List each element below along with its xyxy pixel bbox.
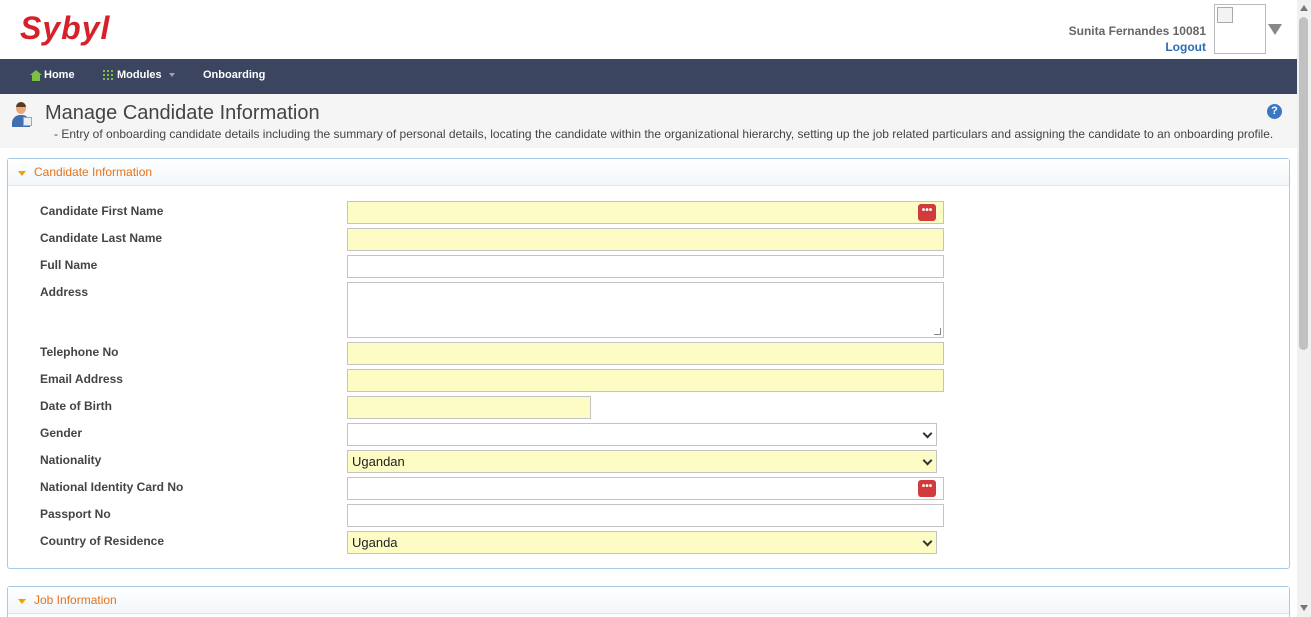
page-title: Manage Candidate Information <box>45 102 320 124</box>
home-icon <box>30 69 42 81</box>
help-icon[interactable]: ? <box>1267 104 1282 119</box>
full-name-input[interactable] <box>347 255 944 278</box>
collapse-triangle-icon <box>18 599 26 604</box>
main-navbar: Home Modules Onboarding <box>0 59 1297 94</box>
user-name: Sunita Fernandes 10081 <box>1068 24 1206 38</box>
first-name-lookup-button[interactable]: ••• <box>918 204 936 221</box>
job-information-panel: Job Information <box>7 586 1290 617</box>
candidate-person-icon <box>10 102 32 127</box>
telephone-input[interactable] <box>347 342 944 365</box>
country-select[interactable]: Uganda <box>347 531 937 554</box>
country-label: Country of Residence <box>40 534 165 548</box>
nic-input[interactable] <box>347 477 944 500</box>
nav-modules-label: Modules <box>117 69 162 81</box>
grid-icon <box>103 70 113 80</box>
collapse-triangle-icon <box>18 171 26 176</box>
user-avatar[interactable] <box>1214 4 1266 54</box>
nationality-label: Nationality <box>40 453 102 467</box>
scroll-down-arrow-icon[interactable] <box>1300 605 1308 611</box>
last-name-label: Candidate Last Name <box>40 231 163 245</box>
chevron-down-icon <box>922 455 933 466</box>
dob-input[interactable] <box>347 396 591 419</box>
country-value: Uganda <box>352 535 398 550</box>
page-subtitle: - Entry of onboarding candidate details … <box>54 127 1274 141</box>
app-header: Sybyl Sunita Fernandes 10081 Logout <box>0 0 1297 59</box>
nav-home[interactable]: Home <box>30 69 75 81</box>
sybyl-logo[interactable]: Sybyl <box>20 10 110 47</box>
candidate-information-title: Candidate Information <box>34 165 153 179</box>
dob-label: Date of Birth <box>40 399 112 413</box>
logout-link[interactable]: Logout <box>1165 40 1206 54</box>
user-menu-dropdown-icon[interactable] <box>1268 24 1282 35</box>
full-name-label: Full Name <box>40 258 98 272</box>
scrollbar-thumb[interactable] <box>1299 17 1308 350</box>
nav-modules[interactable]: Modules <box>103 69 175 81</box>
job-information-title: Job Information <box>34 593 117 607</box>
passport-label: Passport No <box>40 507 111 521</box>
nav-onboarding[interactable]: Onboarding <box>203 69 265 81</box>
nic-label: National Identity Card No <box>40 480 184 494</box>
gender-select[interactable] <box>347 423 937 446</box>
first-name-input[interactable] <box>347 201 944 224</box>
address-textarea[interactable] <box>347 282 944 338</box>
chevron-down-icon <box>922 428 933 439</box>
page-title-area: Manage Candidate Information - Entry of … <box>0 94 1297 148</box>
scroll-up-arrow-icon[interactable] <box>1300 5 1308 11</box>
gender-label: Gender <box>40 426 83 440</box>
page-scrollbar[interactable] <box>1297 0 1311 617</box>
chevron-down-icon <box>922 536 933 547</box>
nationality-value: Ugandan <box>352 454 405 469</box>
candidate-information-header[interactable]: Candidate Information <box>8 159 1289 186</box>
nic-lookup-button[interactable]: ••• <box>918 480 936 497</box>
nav-home-label: Home <box>44 69 75 81</box>
last-name-input[interactable] <box>347 228 944 251</box>
address-label: Address <box>40 285 89 299</box>
passport-input[interactable] <box>347 504 944 527</box>
email-label: Email Address <box>40 372 123 386</box>
broken-image-icon <box>1217 7 1233 23</box>
telephone-label: Telephone No <box>40 345 119 359</box>
nav-onboarding-label: Onboarding <box>203 69 266 81</box>
email-input[interactable] <box>347 369 944 392</box>
resize-grip-icon[interactable] <box>934 328 941 335</box>
chevron-down-icon <box>168 73 175 77</box>
job-information-header[interactable]: Job Information <box>8 587 1289 614</box>
nationality-select[interactable]: Ugandan <box>347 450 937 473</box>
first-name-label: Candidate First Name <box>40 204 164 218</box>
